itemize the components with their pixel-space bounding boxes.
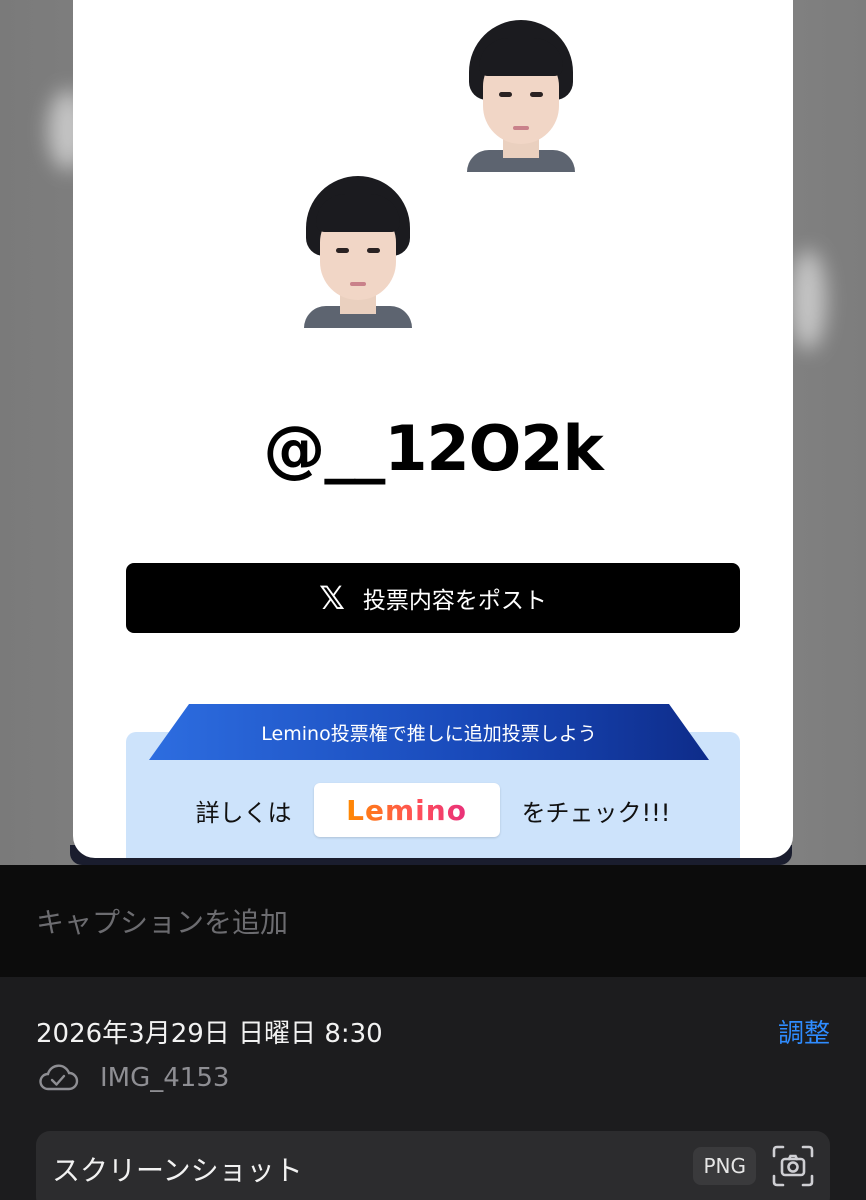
promo-prefix: 詳しくは [195,798,292,827]
promo-row: 詳しくは Lemino をチェック!!! [126,782,740,838]
lemino-link-button[interactable]: Lemino [313,783,500,837]
photo-info-panel: 2026年3月29日 日曜日 8:30 調整 IMG_4153 スクリーンショッ… [0,977,866,1200]
promo-suffix: をチェック!!! [521,798,671,827]
vote-result-card: @__12O2k 𝕏 投票内容をポスト Lemino投票権で推しに追加投票しよう… [73,0,793,858]
promo-banner: Lemino投票権で推しに追加投票しよう [149,704,709,760]
caption-input[interactable]: キャプションを追加 [36,901,288,941]
promo-banner-text: Lemino投票権で推しに追加投票しよう [261,722,597,745]
cloud-check-icon [36,1063,80,1093]
caption-bar: キャプションを追加 [0,865,866,977]
photo-date: 2026年3月29日 日曜日 8:30 [36,1019,383,1049]
file-row: IMG_4153 [36,1063,229,1093]
screenshot-camera-icon [770,1143,816,1193]
user-handle: @__12O2k [263,412,603,485]
lemino-logo: Lemino [346,793,467,827]
portrait-image [461,20,581,172]
post-button-label: 投票内容をポスト [362,588,547,614]
file-name: IMG_4153 [100,1063,230,1093]
portrait-image [298,176,418,328]
adjust-date-button[interactable]: 調整 [778,1013,830,1050]
image-type-card: スクリーンショット PNG [36,1131,830,1200]
photo-viewer[interactable]: @__12O2k 𝕏 投票内容をポスト Lemino投票権で推しに追加投票しよう… [0,0,866,865]
x-logo-icon: 𝕏 [319,579,345,617]
image-type-label: スクリーンショット [52,1154,303,1187]
post-to-x-button[interactable]: 𝕏 投票内容をポスト [126,563,740,633]
format-badge: PNG [693,1147,756,1185]
